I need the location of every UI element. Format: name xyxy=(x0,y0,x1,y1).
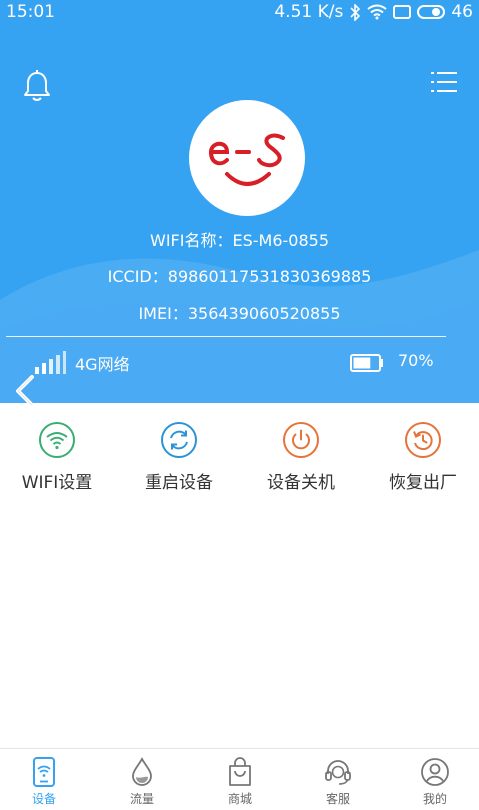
menu-icon[interactable] xyxy=(431,70,457,94)
factory-reset-label: 恢复出厂 xyxy=(389,473,457,493)
smile-logo-icon xyxy=(208,133,285,186)
status-time: 15:01 xyxy=(6,2,55,22)
tab-device[interactable]: 设备 xyxy=(14,749,74,810)
imei-value: 356439060520855 xyxy=(187,304,341,323)
wifi-status-icon xyxy=(367,4,387,20)
screen-icon xyxy=(393,5,412,19)
tab-device-label: 设备 xyxy=(31,792,56,806)
colon: ： xyxy=(151,267,168,286)
battery-icon xyxy=(350,354,383,372)
profile-icon xyxy=(421,758,449,786)
colon: ： xyxy=(171,304,188,323)
network-type: 46 xyxy=(451,2,473,22)
wifi-settings-button[interactable]: WIFI设置 xyxy=(7,421,107,493)
tab-traffic[interactable]: 流量 xyxy=(112,749,172,810)
colon: ： xyxy=(216,231,233,250)
wifi-icon xyxy=(39,422,75,458)
iccid-value: 89860117531830369885 xyxy=(167,267,372,286)
tab-profile-label: 我的 xyxy=(422,792,447,806)
battery-fill xyxy=(353,357,371,369)
tab-profile[interactable]: 我的 xyxy=(405,749,465,810)
signal-strength-icon xyxy=(35,351,66,374)
device-header: 15:01 4.51 K/s 46 WIFI名称：ES-M6-0855 ICCI… xyxy=(0,0,479,403)
traffic-icon xyxy=(132,757,152,786)
service-icon xyxy=(325,760,351,785)
bluetooth-icon xyxy=(350,3,361,21)
header-divider xyxy=(6,336,446,337)
network-speed: 4.51 K/s xyxy=(274,2,344,22)
tab-service-label: 客服 xyxy=(325,792,350,806)
network-type-label: 4G网络 xyxy=(75,355,130,374)
imei-label: IMEI xyxy=(138,304,172,323)
restart-device-label: 重启设备 xyxy=(145,473,213,493)
restart-device-button[interactable]: 重启设备 xyxy=(129,421,229,493)
tab-shop[interactable]: 商城 xyxy=(210,749,270,810)
device-icon xyxy=(33,757,55,787)
bell-icon[interactable] xyxy=(22,70,52,102)
iccid-label: ICCID xyxy=(107,267,152,286)
brand-logo xyxy=(189,100,305,216)
factory-reset-button[interactable]: 恢复出厂 xyxy=(373,421,473,493)
tab-traffic-label: 流量 xyxy=(129,792,154,806)
imei-row: IMEI：356439060520855 xyxy=(0,300,479,324)
reset-icon xyxy=(405,422,441,458)
shop-icon xyxy=(229,757,251,786)
tab-service[interactable]: 客服 xyxy=(308,749,368,810)
tab-shop-label: 商城 xyxy=(227,792,252,806)
power-off-label: 设备关机 xyxy=(267,473,335,493)
wifi-settings-label: WIFI设置 xyxy=(21,473,93,493)
bottom-tab-bar: 设备 流量 商城 客服 我的 xyxy=(0,748,479,810)
wifi-name-value: ES-M6-0855 xyxy=(232,231,329,250)
wifi-name-label: WIFI名称 xyxy=(150,231,217,250)
status-bar: 15:01 4.51 K/s 46 xyxy=(0,0,479,26)
power-off-button[interactable]: 设备关机 xyxy=(251,421,351,493)
toggle-icon xyxy=(417,5,446,19)
wifi-name-row: WIFI名称：ES-M6-0855 xyxy=(0,227,479,251)
device-actions: WIFI设置 重启设备 设备关机 恢复出厂 xyxy=(0,403,479,503)
iccid-row: ICCID：89860117531830369885 xyxy=(0,263,479,287)
power-icon xyxy=(283,422,319,458)
battery-percentage: 70% xyxy=(398,351,434,370)
restart-icon xyxy=(161,422,197,458)
